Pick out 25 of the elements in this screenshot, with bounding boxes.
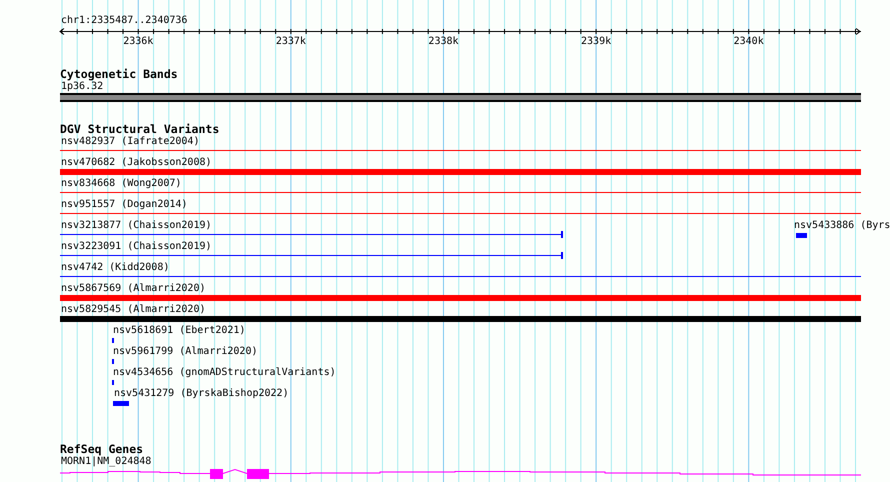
tick-label: 2337k <box>274 36 307 48</box>
feature-label: nsv5829545 (Almarri2020) <box>60 304 206 316</box>
tick-label: 2339k <box>580 36 612 48</box>
feature-label: nsv5961799 (Almarri2020) <box>112 346 258 358</box>
feature-label: nsv470682 (Jakobsson2008) <box>60 157 213 169</box>
feature-label: nsv482937 (Iafrate2004) <box>60 136 200 148</box>
track-title: RefSeq Genes <box>60 443 144 456</box>
feature-label: nsv951557 (Dogan2014) <box>60 199 188 211</box>
feature-label: nsv4534656 (gnomADStructuralVariants) <box>112 367 336 379</box>
tick-label: 2336k <box>122 36 154 48</box>
tick-label: 2338k <box>427 36 460 48</box>
band-label: 1p36.32 <box>60 81 104 93</box>
feature-label: nsv4742 (Kidd2008) <box>60 262 170 274</box>
feature-label: nsv834668 (Wong2007) <box>60 178 182 190</box>
feature-label: nsv3213877 (Chaisson2019) <box>60 220 213 232</box>
tick-label: 2340k <box>732 36 765 48</box>
track-title: DGV Structural Variants <box>60 123 220 136</box>
position-label: chr1:2335487..2340736 <box>60 15 188 27</box>
feature-label: nsv5618691 (Ebert2021) <box>112 325 246 337</box>
feature-label: nsv3223091 (Chaisson2019) <box>60 241 213 253</box>
track-title: Cytogenetic Bands <box>60 68 179 81</box>
gene-label: MORN1|NM_024848 <box>60 456 152 468</box>
feature-label: nsv5431279 (ByrskaBishop2022) <box>113 388 289 400</box>
feature-label: nsv5867569 (Almarri2020) <box>60 283 206 295</box>
feature-label: nsv5433886 (Byrs <box>793 220 890 232</box>
